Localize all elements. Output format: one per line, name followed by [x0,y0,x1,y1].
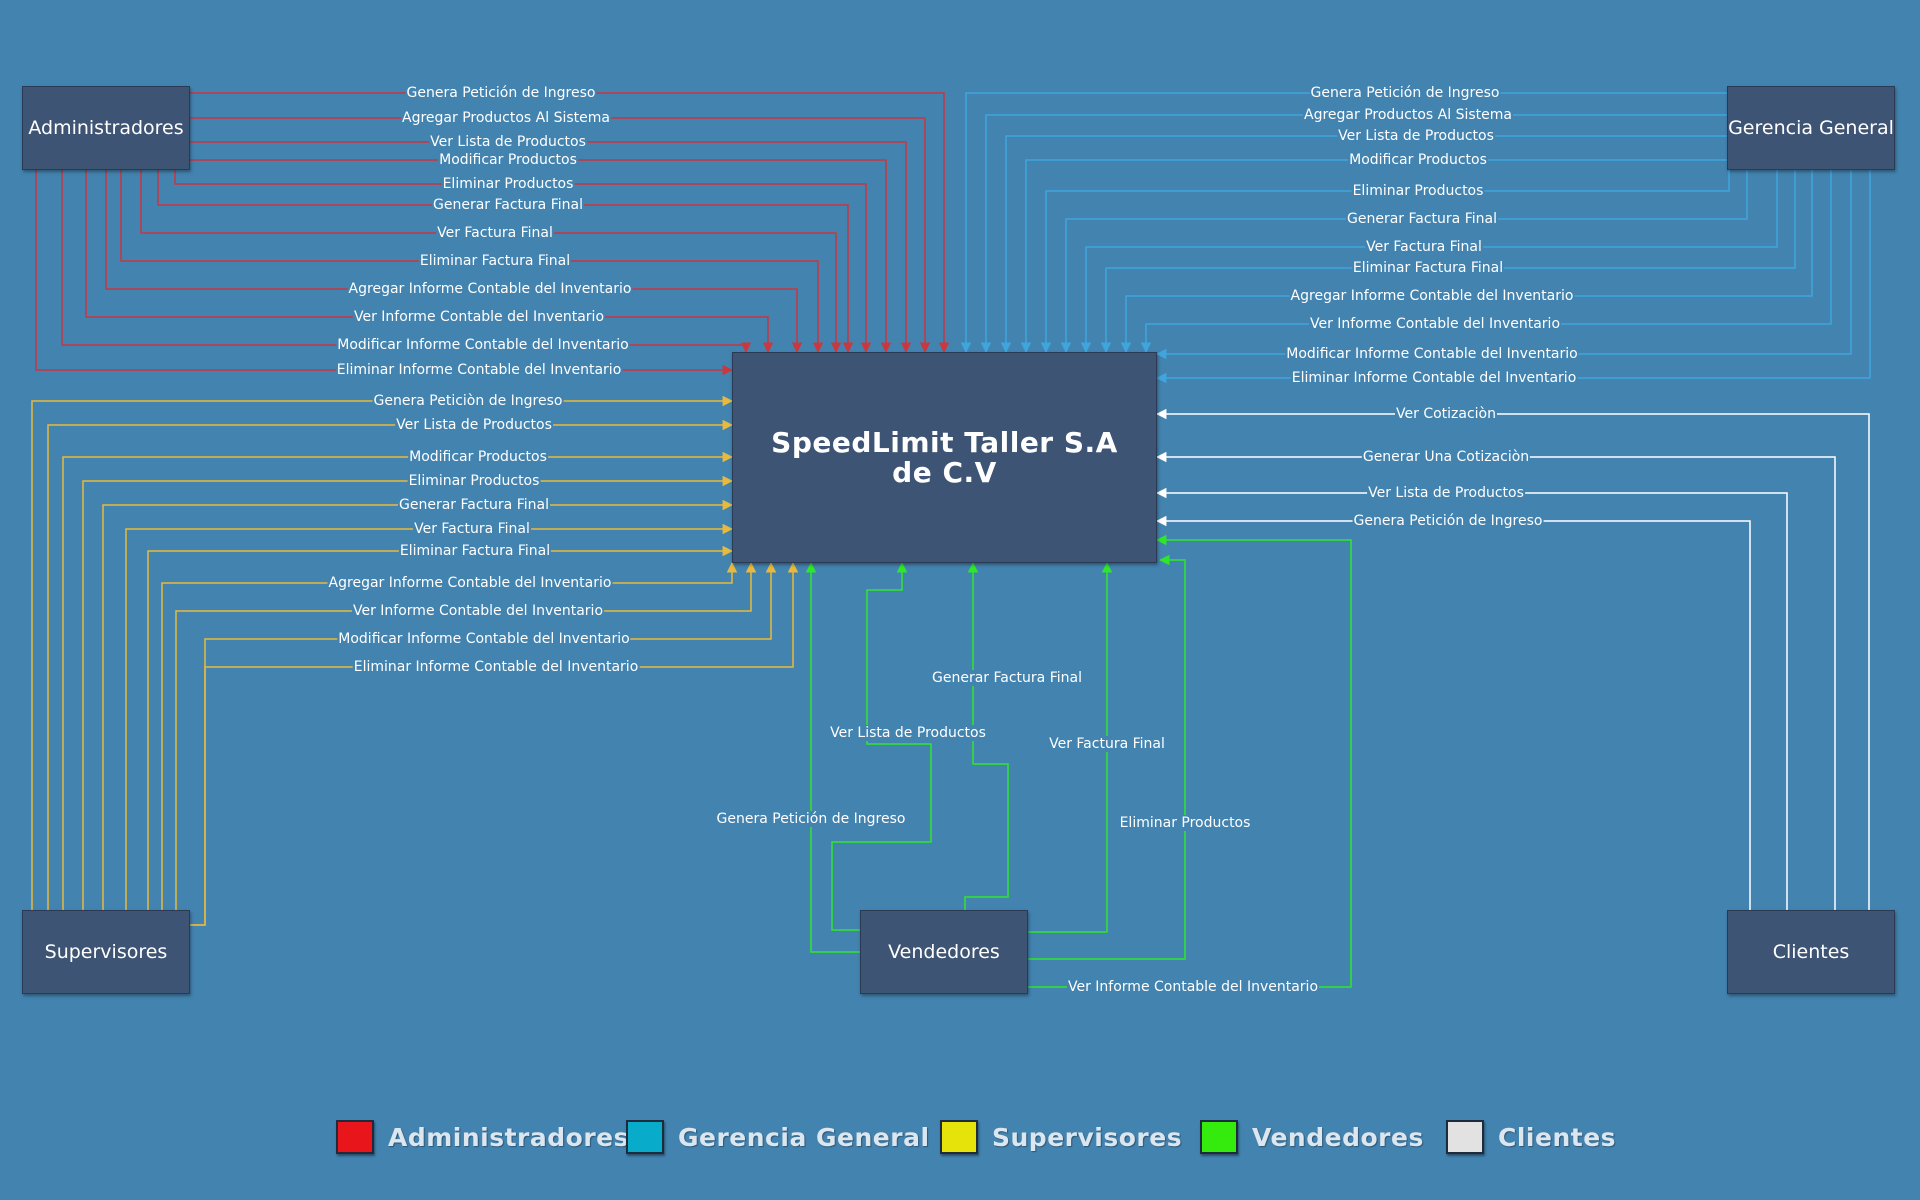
connector-layer [31,92,1871,988]
admin-flow-label: Generar Factura Final [432,197,584,213]
clientes-flow-label: Ver Lista de Productos [1367,485,1525,501]
entity-label: Vendedores [888,941,1000,963]
gerencia-flow-label: Ver Factura Final [1365,239,1483,255]
legend-label: Clientes [1498,1122,1617,1152]
entity-vendedores[interactable]: Vendedores [860,910,1028,994]
admin-flow-label: Ver Lista de Productos [429,134,587,150]
gerencia-flow-label: Eliminar Factura Final [1351,260,1505,276]
supervisores-flow-label: Genera Peticiòn de Ingreso [372,393,564,409]
supervisores-connector-2 [62,451,734,910]
legend-label: Gerencia General [678,1122,930,1152]
entity-supervisores[interactable]: Supervisores [22,910,190,994]
entity-label: Clientes [1772,941,1850,963]
entity-label: Supervisores [44,941,168,963]
admin-flow-label: Eliminar Productos [441,176,575,192]
gerencia-flow-label: Agregar Productos Al Sistema [1303,107,1513,123]
diagram-stage: SpeedLimit Taller S.A de C.V Administrad… [0,0,1920,1200]
admin-flow-label: Eliminar Factura Final [418,253,572,269]
gerencia-flow-label: Agregar Informe Contable del Inventario [1289,288,1575,304]
admin-flow-label: Modificar Productos [438,152,578,168]
vendedores-flow-label: Ver Lista de Productos [829,725,987,741]
legend-item: Clientes [1446,1120,1616,1154]
clientes-flow-label: Ver Cotizaciòn [1395,406,1497,422]
vendedores-connector-5 [1028,534,1352,988]
supervisores-flow-label: Modificar Informe Contable del Inventari… [337,631,631,647]
supervisores-flow-label: Agregar Informe Contable del Inventario [327,575,613,591]
vendedores-flow-label: Genera Petición de Ingreso [715,811,907,827]
supervisores-flow-label: Modificar Productos [408,449,548,465]
admin-flow-label: Eliminar Informe Contable del Inventario [335,362,623,378]
vendedores-connector-1 [831,561,932,931]
admin-flow-label: Ver Informe Contable del Inventario [352,309,606,325]
supervisores-flow-label: Ver Factura Final [413,521,531,537]
gerencia-flow-label: Ver Informe Contable del Inventario [1308,316,1562,332]
admin-flow-label: Modificar Informe Contable del Inventari… [336,337,630,353]
gerencia-flow-label: Genera Petición de Ingreso [1309,85,1501,101]
supervisores-connector-0 [31,395,734,910]
supervisores-flow-label: Generar Factura Final [398,497,550,513]
vendedores-connector-2 [860,561,1009,931]
entity-label: Administradores [28,117,184,139]
supervisores-flow-label: Eliminar Informe Contable del Inventario [352,659,640,675]
system-title: SpeedLimit Taller S.A de C.V [771,426,1118,489]
supervisores-flow-label: Ver Lista de Productos [395,417,553,433]
legend-swatch [1200,1120,1238,1154]
legend-item: Vendedores [1200,1120,1424,1154]
legend-item: Supervisores [940,1120,1182,1154]
admin-flow-label: Genera Petición de Ingreso [405,85,597,101]
vendedores-flow-label: Generar Factura Final [931,670,1083,686]
vendedores-flow-label: Eliminar Productos [1118,815,1252,831]
gerencia-flow-label: Generar Factura Final [1346,211,1498,227]
supervisores-flow-label: Eliminar Factura Final [398,543,552,559]
gerencia-flow-label: Eliminar Informe Contable del Inventario [1290,370,1578,386]
supervisores-flow-label: Ver Informe Contable del Inventario [351,603,605,619]
legend-swatch [940,1120,978,1154]
supervisores-flow-label: Eliminar Productos [407,473,541,489]
clientes-flow-label: Genera Petición de Ingreso [1352,513,1544,529]
legend-swatch [626,1120,664,1154]
clientes-connector-3 [1155,515,1751,910]
entity-clientes[interactable]: Clientes [1727,910,1895,994]
admin-flow-label: Ver Factura Final [436,225,554,241]
entity-label: Gerencia General [1728,117,1894,139]
system-box: SpeedLimit Taller S.A de C.V [732,352,1157,563]
legend-swatch [336,1120,374,1154]
clientes-connector-2 [1155,487,1788,910]
legend-label: Vendedores [1252,1122,1424,1152]
gerencia-flow-label: Modificar Informe Contable del Inventari… [1285,346,1579,362]
legend: Administradores Gerencia General Superviso… [0,1120,1920,1160]
legend-swatch [1446,1120,1484,1154]
legend-label: Supervisores [992,1122,1183,1152]
gerencia-flow-label: Eliminar Productos [1351,183,1485,199]
vendedores-connector-0 [805,561,860,953]
gerencia-flow-label: Ver Lista de Productos [1337,128,1495,144]
legend-item: Administradores [336,1120,629,1154]
clientes-flow-label: Generar Una Cotizaciòn [1361,449,1531,465]
admin-flow-label: Agregar Productos Al Sistema [401,110,611,126]
legend-label: Administradores [388,1122,629,1152]
admin-flow-label: Agregar Informe Contable del Inventario [347,281,633,297]
vendedores-flow-label: Ver Factura Final [1048,736,1166,752]
entity-gerencia-general[interactable]: Gerencia General [1727,86,1895,170]
entity-administradores[interactable]: Administradores [22,86,190,170]
legend-item: Gerencia General [626,1120,930,1154]
vendedores-flow-label: Ver Informe Contable del Inventario [1066,979,1320,995]
gerencia-flow-label: Modificar Productos [1348,152,1488,168]
supervisores-connector-4 [102,499,734,910]
